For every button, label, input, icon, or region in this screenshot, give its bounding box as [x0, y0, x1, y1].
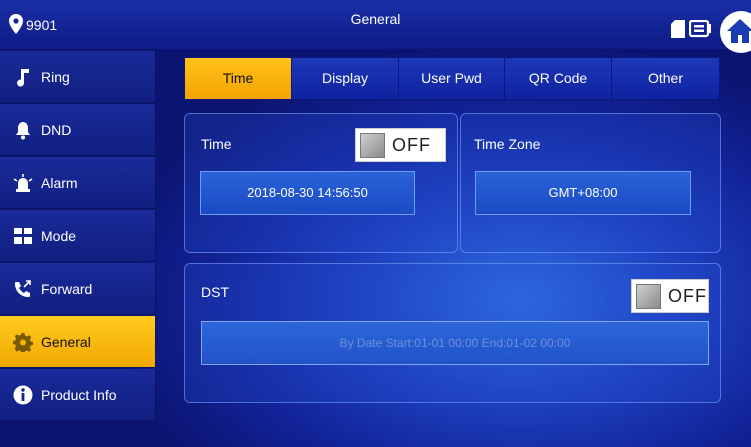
sidebar-item-label: Product Info: [41, 387, 117, 403]
alarm-siren-icon: [13, 174, 33, 192]
sidebar: Ring DND Alarm Mode Forward General Prod…: [0, 51, 156, 447]
dst-rule-field: By Date Start:01-01 00:00 End:01-02 00:0…: [201, 321, 709, 365]
sidebar-item-mode[interactable]: Mode: [0, 210, 156, 262]
monitor-icon: [689, 20, 711, 38]
time-label: Time: [201, 136, 232, 152]
datetime-field[interactable]: 2018-08-30 14:56:50: [200, 171, 415, 215]
sidebar-item-label: Alarm: [41, 175, 78, 191]
tab-user-pwd[interactable]: User Pwd: [398, 57, 505, 100]
timezone-field[interactable]: GMT+08:00: [475, 171, 691, 215]
sidebar-item-label: Ring: [41, 69, 70, 85]
tab-qr-code[interactable]: QR Code: [504, 57, 612, 100]
info-icon: [13, 385, 33, 405]
sidebar-item-label: General: [41, 334, 91, 350]
time-auto-toggle[interactable]: OFF: [355, 128, 446, 162]
gear-icon: [13, 333, 33, 352]
timezone-label: Time Zone: [474, 136, 541, 152]
tab-time[interactable]: Time: [184, 57, 292, 100]
toggle-state: OFF: [668, 286, 707, 306]
sidebar-item-forward[interactable]: Forward: [0, 263, 156, 315]
toggle-state: OFF: [392, 135, 431, 155]
dst-label: DST: [201, 284, 229, 300]
sidebar-item-label: Forward: [41, 281, 93, 297]
tab-bar: Time Display User Pwd QR Code Other: [184, 57, 720, 100]
sidebar-item-general[interactable]: General: [0, 316, 156, 368]
toggle-knob: [636, 284, 661, 309]
home-button[interactable]: [720, 11, 751, 53]
toggle-knob: [360, 133, 385, 158]
timezone-panel: Time Zone GMT+08:00: [460, 113, 721, 253]
page-title: General: [350, 11, 401, 27]
sidebar-item-ring[interactable]: Ring: [0, 51, 156, 103]
dst-toggle[interactable]: OFF: [631, 279, 709, 313]
bell-icon: [16, 122, 30, 140]
sidebar-item-label: DND: [41, 122, 72, 138]
tab-display[interactable]: Display: [291, 57, 399, 100]
tab-other[interactable]: Other: [611, 57, 720, 100]
sidebar-item-product-info[interactable]: Product Info: [0, 369, 156, 421]
grid-icon: [14, 228, 32, 244]
time-panel: Time OFF 2018-08-30 14:56:50: [184, 113, 458, 253]
sidebar-item-label: Mode: [41, 228, 77, 244]
screen: 9901 General Ring DND Alarm Mode Forward…: [0, 0, 751, 447]
music-note-icon: [17, 69, 29, 87]
dst-panel: DST OFF By Date Start:01-01 00:00 End:01…: [184, 263, 721, 403]
sd-card-icon: [671, 20, 685, 38]
home-icon: [727, 19, 751, 43]
sidebar-item-dnd[interactable]: DND: [0, 104, 156, 156]
title-bar: 9901 General: [0, 0, 751, 53]
sidebar-item-alarm[interactable]: Alarm: [0, 157, 156, 209]
phone-forward-icon: [15, 280, 31, 297]
